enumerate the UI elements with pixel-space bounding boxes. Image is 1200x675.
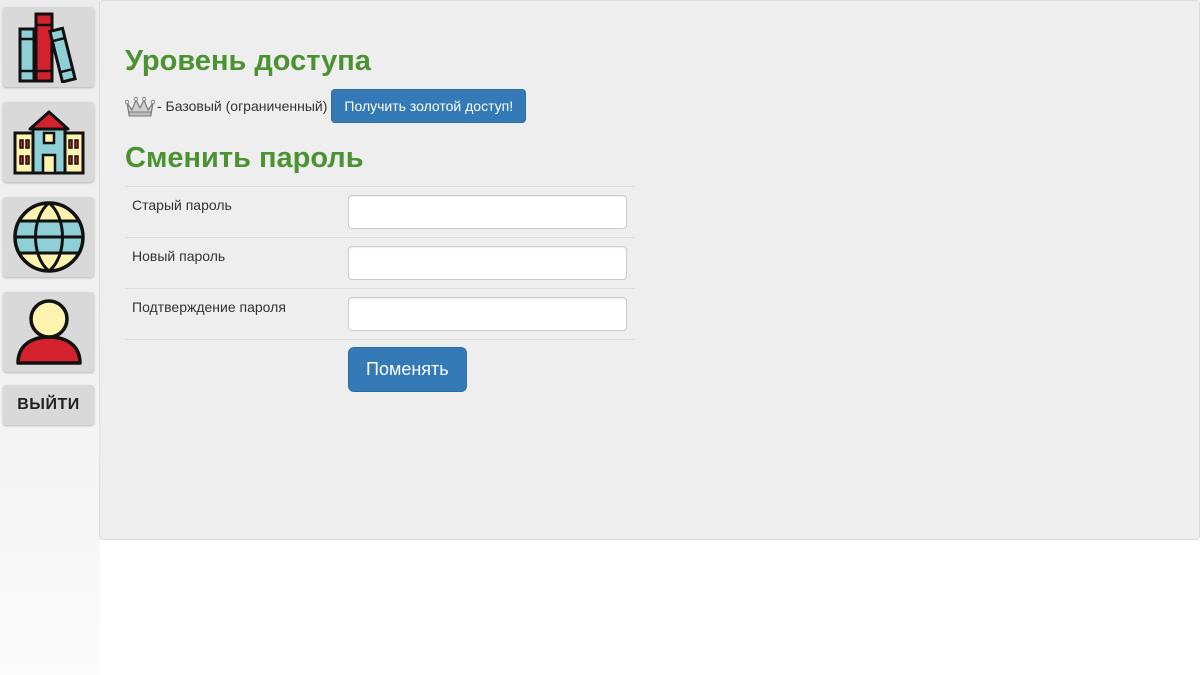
access-level-row: - Базовый (ограниченный) Получить золото… — [124, 89, 527, 123]
new-password-label: Новый пароль — [132, 248, 226, 264]
logout-button[interactable]: ВЫЙТИ — [3, 385, 94, 425]
sidebar-item-profile[interactable] — [3, 292, 94, 372]
access-level-heading: Уровень доступа — [125, 45, 371, 77]
change-password-submit-button[interactable]: Поменять — [348, 347, 467, 392]
old-password-row: Старый пароль — [125, 186, 635, 237]
sidebar-item-school[interactable] — [3, 102, 94, 182]
books-icon — [17, 11, 81, 83]
access-level-text: - Базовый (ограниченный) — [157, 98, 328, 114]
new-password-input[interactable] — [348, 246, 627, 280]
main-panel: Уровень доступа - Базовый (ограниченный)… — [99, 0, 1200, 540]
school-building-icon — [12, 107, 86, 177]
old-password-label: Старый пароль — [132, 197, 232, 213]
user-icon — [14, 297, 84, 367]
change-password-form: Старый пароль Новый пароль Подтверждение… — [125, 186, 635, 340]
sidebar-item-library[interactable] — [3, 7, 94, 87]
old-password-input[interactable] — [348, 195, 627, 229]
sidebar-item-world[interactable] — [3, 197, 94, 277]
sidebar: ВЫЙТИ — [0, 0, 100, 675]
get-gold-access-button[interactable]: Получить золотой доступ! — [331, 89, 527, 123]
confirm-password-row: Подтверждение пароля — [125, 288, 635, 340]
confirm-password-input[interactable] — [348, 297, 627, 331]
silver-crown-icon — [124, 95, 156, 117]
change-password-heading: Сменить пароль — [125, 142, 364, 174]
new-password-row: Новый пароль — [125, 237, 635, 288]
globe-icon — [11, 199, 87, 275]
confirm-password-label: Подтверждение пароля — [132, 299, 286, 315]
